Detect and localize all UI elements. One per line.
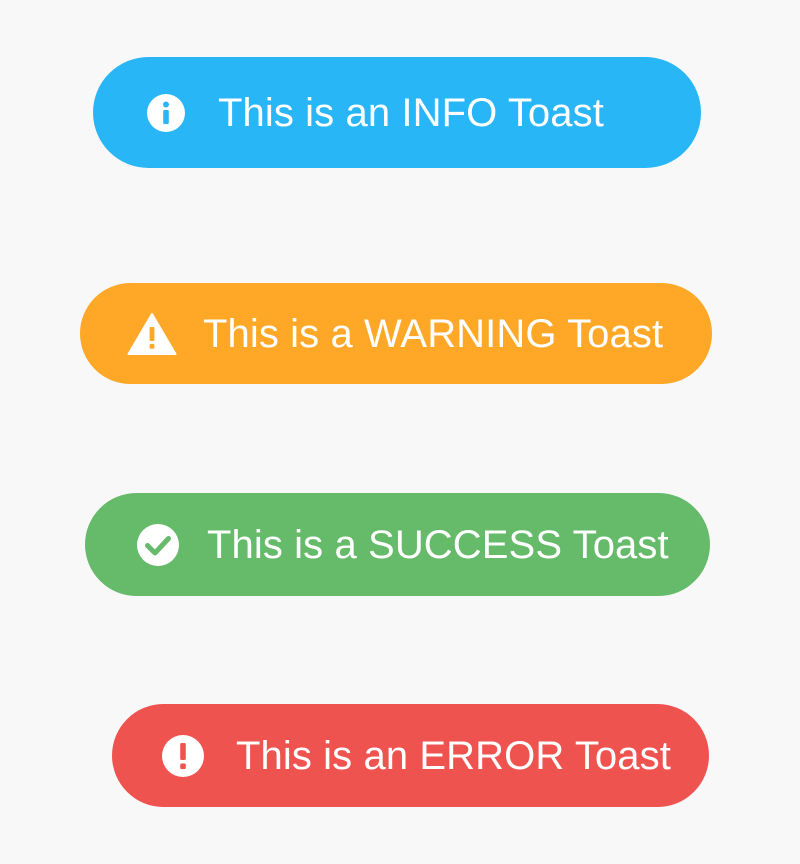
error-toast[interactable]: This is an ERROR Toast (112, 704, 709, 807)
info-icon (145, 92, 187, 134)
error-icon (160, 733, 206, 779)
warning-toast[interactable]: This is a WARNING Toast (80, 283, 712, 384)
toast-message: This is a WARNING Toast (203, 311, 664, 356)
check-circle-icon (135, 522, 181, 568)
info-toast[interactable]: This is an INFO Toast (93, 57, 701, 168)
toast-message: This is a SUCCESS Toast (207, 522, 669, 567)
success-toast[interactable]: This is a SUCCESS Toast (85, 493, 710, 596)
warning-icon (127, 312, 177, 356)
toast-message: This is an INFO Toast (218, 90, 604, 135)
toast-message: This is an ERROR Toast (236, 733, 671, 778)
